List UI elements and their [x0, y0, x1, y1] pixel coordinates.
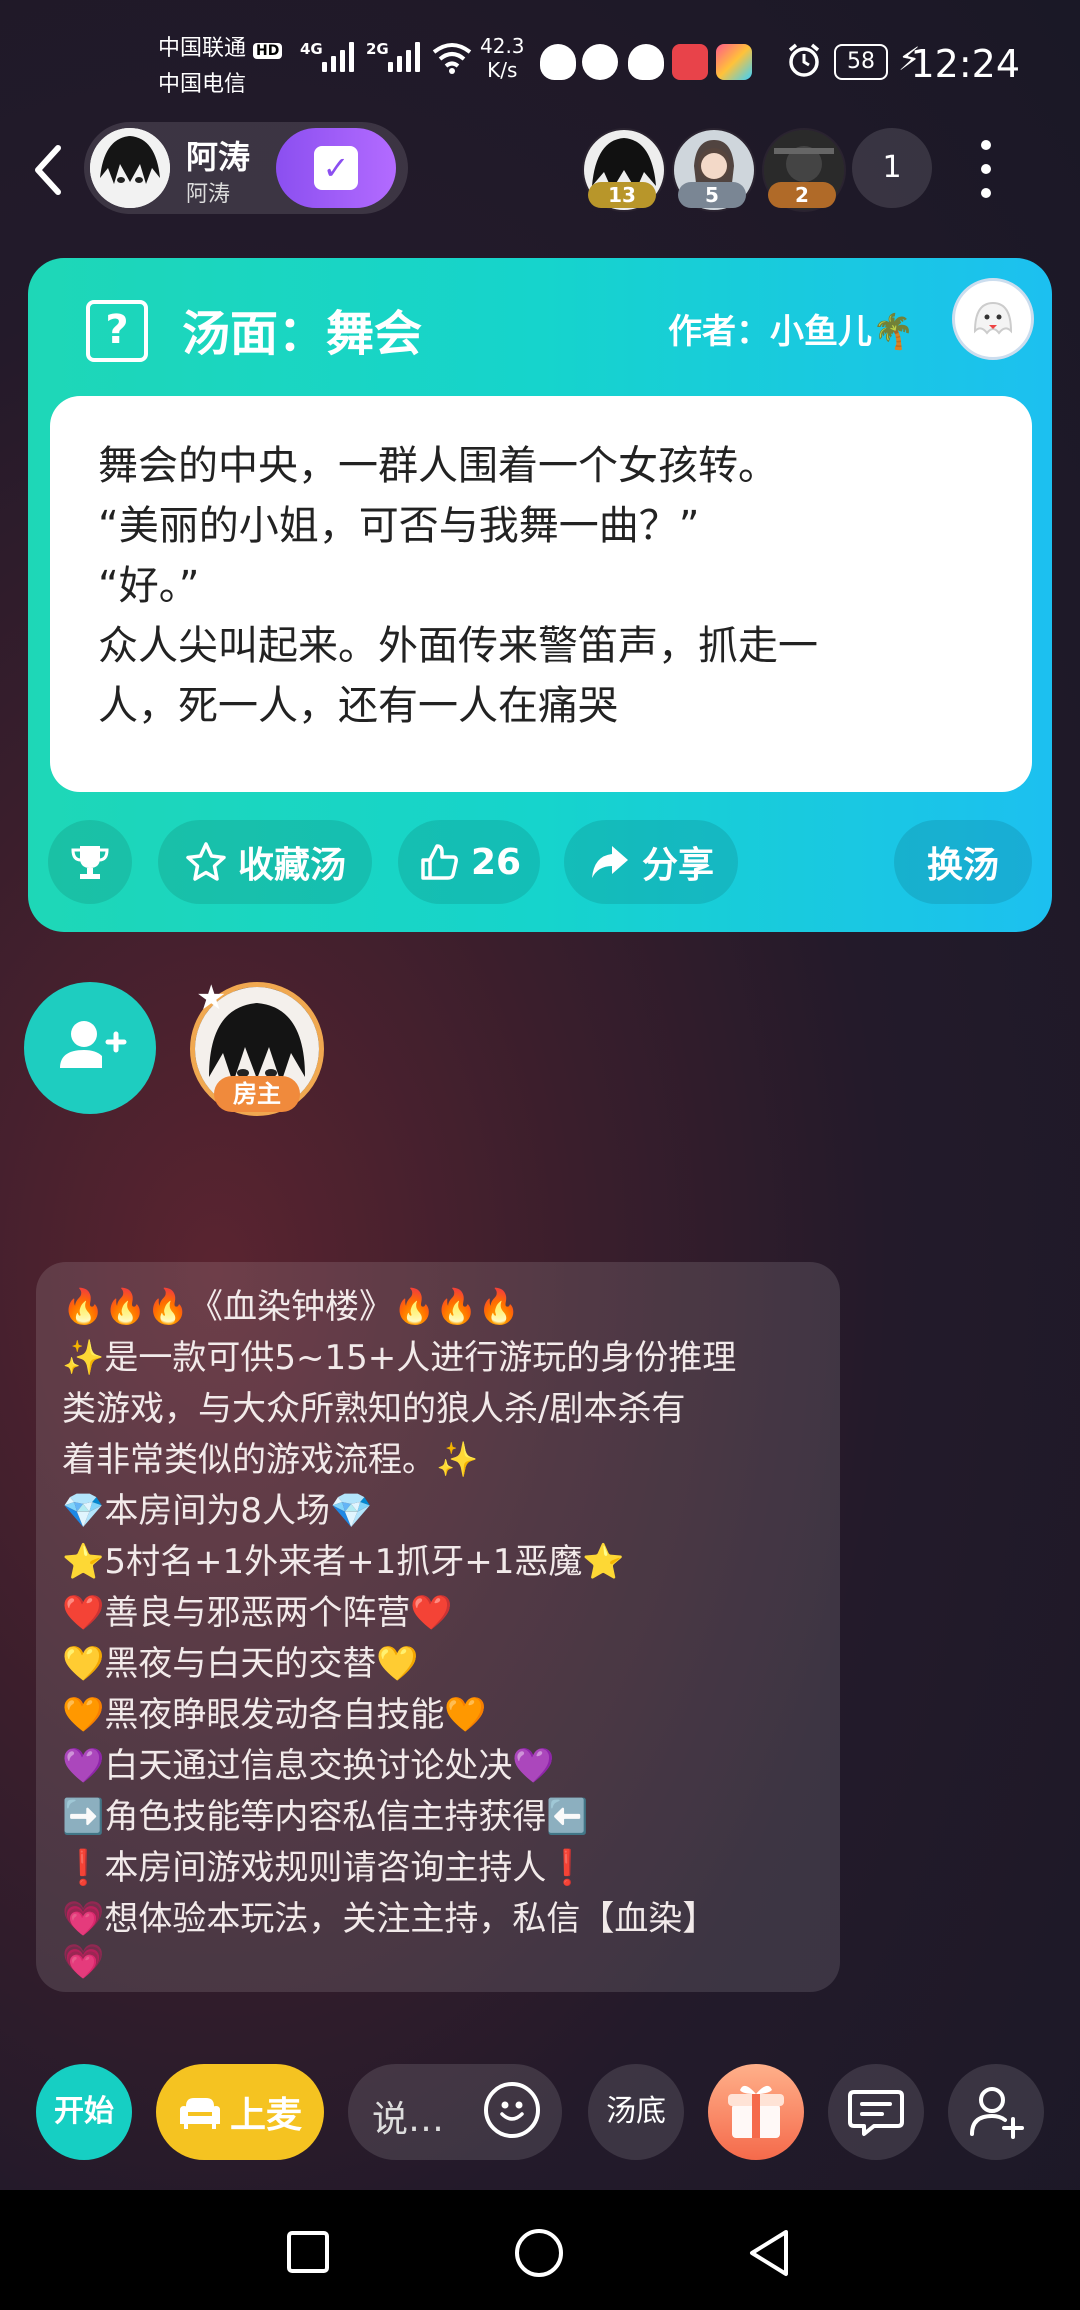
change-label: 换汤 — [926, 845, 999, 886]
mask-app-icon — [540, 44, 576, 80]
mic-label: 上麦 — [229, 2095, 302, 2136]
thumbs-up-icon — [421, 844, 458, 880]
host-name: 阿涛 — [186, 138, 251, 176]
battery-indicator: 58 — [834, 44, 888, 80]
mask-app-icon-2 — [628, 44, 664, 80]
chat-button[interactable] — [828, 2064, 924, 2160]
hd-badge: HD — [253, 43, 283, 59]
speed-unit: K/s — [487, 58, 518, 82]
clock: 12:24 — [910, 42, 1020, 86]
checkin-button[interactable]: ✓ — [276, 128, 396, 208]
room-announcement: 🔥🔥🔥《血染钟楼》🔥🔥🔥 ✨是一款可供5~15+人进行游玩的身份推理 类游戏，与… — [36, 1262, 840, 1992]
speed-value: 42.3 — [480, 34, 525, 58]
net-4g-label: 4G — [300, 40, 323, 58]
carrier-2: 中国电信 — [158, 72, 247, 97]
change-soup-button[interactable]: 换汤 — [894, 820, 1032, 904]
share-button[interactable]: 分享 — [564, 820, 738, 904]
signal-icon — [388, 40, 420, 72]
member-level-badge-1: 13 — [588, 182, 656, 208]
announcement-line: 💎本房间为8人场💎 — [62, 1491, 373, 1531]
net-2g-label: 2G — [366, 40, 389, 58]
wechat-icon — [582, 44, 618, 80]
collect-soup-button[interactable]: 收藏汤 — [158, 820, 372, 904]
carrier-info: 中国联通 HD 中国电信 — [158, 32, 283, 102]
emoji-icon[interactable] — [484, 2082, 540, 2138]
colorful-app-icon — [716, 44, 752, 80]
add-person-icon — [60, 1021, 127, 1068]
invite-seat-button[interactable] — [24, 982, 156, 1114]
star-icon — [186, 842, 226, 881]
back-arrow-icon[interactable] — [28, 140, 68, 200]
gift-button[interactable] — [708, 2064, 804, 2160]
question-icon: ? — [86, 300, 148, 362]
soup-title: 汤面：舞会 — [182, 306, 423, 362]
host-subtitle: 阿涛 — [186, 182, 231, 207]
announcement-line: 类游戏，与大众所熟知的狼人杀/剧本杀有 — [62, 1389, 686, 1429]
start-game-button[interactable]: 开始 — [36, 2064, 132, 2160]
alarm-icon — [788, 43, 820, 77]
checkin-icon: ✓ — [314, 146, 358, 190]
announcement-line: 🧡黑夜睁眼发动各自技能🧡 — [62, 1695, 487, 1735]
announcement-line: 💜白天通过信息交换讨论处决💜 — [62, 1746, 555, 1786]
soup-answer-button[interactable]: 汤底 — [588, 2064, 684, 2160]
share-label: 分享 — [641, 845, 714, 886]
chat-bubble-icon — [848, 2090, 904, 2136]
online-count-button[interactable]: 1 — [852, 128, 932, 208]
star-decoration-icon: ★ — [196, 978, 227, 1018]
gift-icon — [728, 2085, 784, 2138]
trophy-icon — [71, 846, 109, 879]
recent-apps-icon[interactable] — [286, 2230, 330, 2274]
soup-text: 舞会的中央，一群人围着一个女孩转。 “美丽的小姐，可否与我舞一曲？” “好。” … — [98, 443, 818, 729]
sofa-icon — [179, 2098, 220, 2129]
back-nav-icon[interactable] — [746, 2228, 792, 2278]
announcement-line: ✨是一款可供5~15+人进行游玩的身份推理 — [62, 1338, 737, 1378]
trophy-button[interactable] — [48, 820, 132, 904]
wifi-icon — [432, 43, 472, 74]
announcement-line: 💗 — [62, 1942, 105, 1982]
announcement-line: ❤️善良与邪恶两个阵营❤️ — [62, 1593, 453, 1633]
message-input[interactable]: 说… — [348, 2064, 562, 2160]
soup-text-box: 舞会的中央，一群人围着一个女孩转。 “美丽的小姐，可否与我舞一曲？” “好。” … — [50, 396, 1032, 792]
message-placeholder: 说… — [372, 2099, 445, 2140]
add-friend-button[interactable] — [948, 2064, 1044, 2160]
more-options-icon[interactable] — [978, 140, 994, 200]
announcement-line: ⭐5村名+1外来者+1抓牙+1恶魔⭐ — [62, 1542, 625, 1582]
status-bar: 中国联通 HD 中国电信 4G 2G 42.3 K/s 58 ⚡ 12:24 — [0, 0, 1080, 120]
carrier-1: 中国联通 — [158, 36, 247, 61]
host-avatar[interactable] — [90, 128, 170, 208]
owner-tag: 房主 — [214, 1076, 300, 1112]
author-avatar[interactable] — [952, 278, 1034, 360]
soup-author: 作者：小鱼儿🌴 — [668, 312, 915, 352]
soup-card: ? 汤面：舞会 作者：小鱼儿🌴 舞会的中央，一群人围着一个女孩转。 “美丽的小姐… — [28, 258, 1052, 932]
member-level-badge-2: 5 — [678, 182, 746, 208]
reader-app-icon — [672, 44, 708, 80]
system-nav-bar — [0, 2190, 1080, 2310]
member-level-badge-3: 2 — [768, 182, 836, 208]
like-count: 26 — [470, 841, 522, 883]
host-profile-pill[interactable]: 阿涛 阿涛 ✓ — [84, 122, 408, 214]
announcement-line: ➡️角色技能等内容私信主持获得⬅️ — [62, 1797, 589, 1837]
like-button[interactable]: 26 — [398, 820, 540, 904]
network-speed: 42.3 K/s — [480, 34, 525, 82]
announcement-line: 💛黑夜与白天的交替💛 — [62, 1644, 419, 1684]
announcement-line: 🔥🔥🔥《血染钟楼》🔥🔥🔥 — [62, 1287, 521, 1327]
announcement-line: 💗想体验本玩法，关注主持，私信【血染】 — [62, 1899, 717, 1939]
announcement-line: ❗本房间游戏规则请咨询主持人❗ — [62, 1848, 589, 1888]
add-user-icon — [970, 2087, 1024, 2139]
announcement-line: 着非常类似的游戏流程。✨ — [62, 1440, 479, 1480]
join-mic-button[interactable]: 上麦 — [156, 2064, 324, 2160]
share-arrow-icon — [591, 846, 628, 878]
signal-icon — [322, 40, 354, 72]
collect-label: 收藏汤 — [237, 845, 346, 886]
home-icon[interactable] — [514, 2228, 564, 2278]
